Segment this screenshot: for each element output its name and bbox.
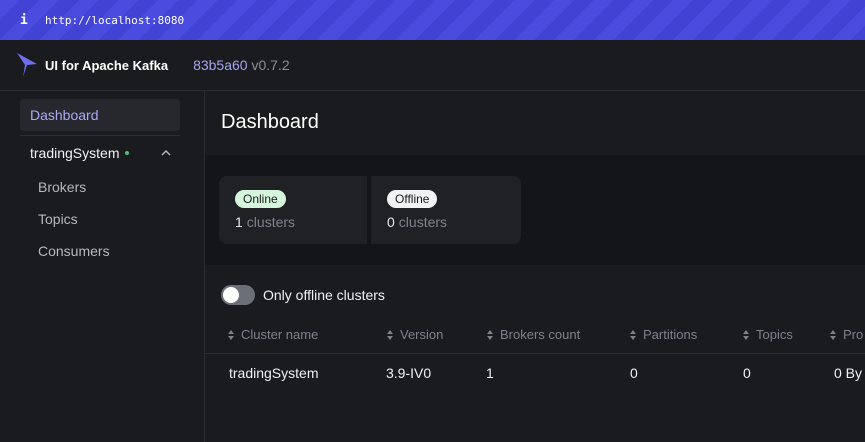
cluster-stats: Online 1 clusters Offline 0 clusters [205,155,865,265]
column-label: Version [400,327,444,342]
online-count: 1 [235,214,243,230]
online-unit: clusters [246,214,296,230]
offline-count-line: 0 clusters [387,214,447,230]
cluster-status-dot [125,151,130,155]
offline-count: 0 [387,214,395,230]
sort-icon [630,329,636,340]
online-badge: Online [235,190,286,208]
commit-hash[interactable]: 83b5a60 [193,57,248,73]
app-brand[interactable]: UI for Apache Kafka [45,58,168,73]
column-label: Topics [756,327,793,342]
column-label: Partitions [643,327,698,342]
chevron-up-icon[interactable] [160,147,172,159]
kafka-logo-icon[interactable] [15,51,39,79]
sidebar-item-dashboard[interactable]: Dashboard [20,99,180,131]
sidebar-item-topics[interactable]: Topics [28,203,188,235]
column-brokers-count[interactable]: Brokers count [486,327,580,342]
sidebar-cluster-tradingsystem[interactable]: tradingSystem [20,137,180,169]
sort-icon [743,329,749,340]
main-content: Dashboard Online 1 clusters Offline 0 clus… [205,91,865,442]
table-row[interactable]: tradingSystem 3.9-IV0 1 0 0 0 By [205,353,865,393]
offline-clusters-card: Offline 0 clusters [371,176,521,244]
sort-icon [387,329,393,340]
column-label: Cluster name [241,327,319,342]
sidebar: Dashboard tradingSystem Brokers Topics C… [0,91,205,442]
sort-icon [487,329,493,340]
offline-unit: clusters [398,214,448,230]
cell-topics: 0 [743,365,751,381]
sort-icon [228,329,234,340]
toggle-knob [223,287,239,303]
column-cluster-name[interactable]: Cluster name [227,327,318,342]
info-icon[interactable]: i [20,13,34,28]
column-label: Pro [843,327,864,342]
top-navbar: UI for Apache Kafka 83b5a60 v0.7.2 [0,40,865,91]
column-version[interactable]: Version [386,327,443,342]
sidebar-divider [20,135,180,136]
cell-partitions: 0 [630,365,638,381]
cell-cluster-name[interactable]: tradingSystem [229,365,318,381]
cluster-name: tradingSystem [30,145,120,161]
only-offline-toggle[interactable] [221,285,255,305]
sidebar-item-consumers[interactable]: Consumers [28,235,188,267]
url-text[interactable]: http://localhost:8080 [45,14,184,27]
offline-filter: Only offline clusters [221,285,385,305]
app-version: 83b5a60 v0.7.2 [193,57,290,73]
cell-version: 3.9-IV0 [386,365,432,381]
column-partitions[interactable]: Partitions [629,327,697,342]
sidebar-item-brokers[interactable]: Brokers [28,171,188,203]
column-label: Brokers count [500,327,581,342]
cell-brokers-count: 1 [486,365,494,381]
column-topics[interactable]: Topics [742,327,793,342]
only-offline-label: Only offline clusters [263,287,385,303]
sort-icon [830,329,836,340]
offline-badge: Offline [387,190,438,208]
browser-url-bar[interactable]: i http://localhost:8080 [0,0,865,40]
online-count-line: 1 clusters [235,214,295,230]
version-number: v0.7.2 [251,57,290,73]
online-clusters-card: Online 1 clusters [219,176,369,244]
page-title: Dashboard [221,111,319,133]
column-production[interactable]: Pro [829,327,863,342]
cell-production: 0 By [834,365,863,381]
table-header: Cluster name Version Brokers count Parti… [205,323,865,354]
